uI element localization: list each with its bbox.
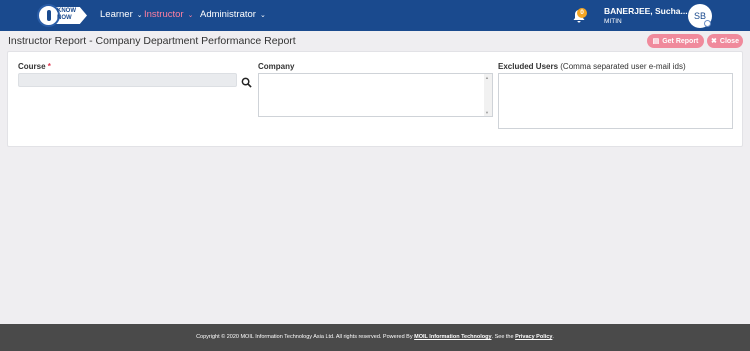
footer-copyright: Copyright © 2020 MOIL Information Techno… xyxy=(196,334,554,340)
close-icon: ✖ xyxy=(711,38,717,45)
company-select[interactable] xyxy=(258,73,493,117)
close-label: Close xyxy=(719,37,739,45)
course-label: Course * xyxy=(18,62,51,71)
user-name[interactable]: BANERJEE, Sucha... xyxy=(604,6,688,16)
notification-badge: 0 xyxy=(577,8,587,18)
chevron-down-icon: ⌄ xyxy=(259,11,266,19)
logo-line-2: NOW xyxy=(57,15,72,21)
nav-instructor[interactable]: Instructor ⌄ xyxy=(144,9,193,20)
chevron-down-icon: ⌄ xyxy=(187,11,194,19)
scroll-down-icon: ▼ xyxy=(485,110,489,115)
know-now-logo[interactable]: KNOW NOW xyxy=(37,4,89,27)
course-input[interactable] xyxy=(18,73,237,87)
user-org: MITIN xyxy=(604,18,622,25)
scroll-up-icon: ▲ xyxy=(485,75,489,80)
company-scrollbar[interactable]: ▲ ▼ xyxy=(484,74,492,116)
excluded-users-textarea[interactable] xyxy=(498,73,733,129)
required-marker: * xyxy=(47,62,51,71)
get-report-button[interactable]: ▤ Get Report xyxy=(647,34,704,48)
nav-administrator-label: Administrator xyxy=(200,9,256,20)
search-icon[interactable] xyxy=(241,75,252,88)
close-button[interactable]: ✖ Close xyxy=(707,34,743,48)
avatar-status-icon xyxy=(704,20,711,27)
nav-learner[interactable]: Learner ⌄ xyxy=(100,9,143,20)
nav-administrator[interactable]: Administrator ⌄ xyxy=(200,9,266,20)
page-title: Instructor Report - Company Department P… xyxy=(8,35,296,47)
privacy-policy-link[interactable]: Privacy Policy xyxy=(515,334,552,340)
report-icon: ▤ xyxy=(652,38,660,45)
company-label: Company xyxy=(258,62,295,71)
excluded-users-hint: (Comma separated user e-mail ids) xyxy=(560,62,686,71)
nav-instructor-label: Instructor xyxy=(144,9,184,20)
get-report-label: Get Report xyxy=(662,37,699,45)
logo-line-1: KNOW xyxy=(57,8,76,14)
chevron-down-icon: ⌄ xyxy=(136,11,143,19)
nav-learner-label: Learner xyxy=(100,9,133,20)
footer-company-link[interactable]: MOIL Information Technology xyxy=(414,334,491,340)
excluded-users-label: Excluded Users (Comma separated user e-m… xyxy=(498,62,686,71)
